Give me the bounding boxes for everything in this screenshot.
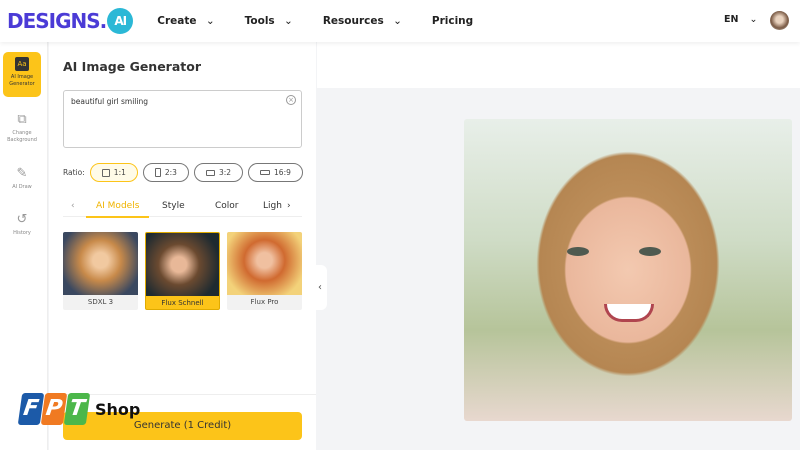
- prompt-input[interactable]: beautiful girl smiling ×: [63, 90, 302, 148]
- logo[interactable]: DESIGNS. AI: [7, 8, 134, 34]
- model-thumbnail: [63, 232, 138, 295]
- history-icon: ↺: [16, 212, 28, 227]
- ratio-label: Ratio:: [63, 168, 85, 177]
- canvas-area: [317, 42, 800, 450]
- avatar[interactable]: [770, 11, 789, 30]
- top-nav: DESIGNS.AI Create Tools Resources Pricin…: [0, 0, 800, 42]
- layers-icon: ⧉: [17, 112, 27, 127]
- language-select[interactable]: EN: [724, 14, 757, 25]
- model-thumbnail: [227, 232, 302, 295]
- ratio-1-1[interactable]: 1:1: [89, 163, 138, 182]
- square-icon: [101, 168, 110, 177]
- sidebar-item-ai-draw[interactable]: ✎ AI Draw: [3, 166, 41, 191]
- fpt-shop-watermark: FPT Shop: [17, 393, 140, 425]
- nav-pricing[interactable]: Pricing: [432, 15, 473, 27]
- option-tabs: ‹ AI Models Style Color Ligh ›: [63, 194, 302, 218]
- tab-color[interactable]: Color: [215, 201, 239, 211]
- model-flux-schnell[interactable]: Flux Schnell: [145, 232, 220, 310]
- landscape-icon: [205, 169, 215, 176]
- nav-create[interactable]: Create: [157, 15, 214, 27]
- ratio-3-2[interactable]: 3:2: [193, 163, 244, 182]
- chevron-left-icon[interactable]: ‹: [71, 201, 75, 211]
- nav-resources[interactable]: Resources: [323, 15, 402, 27]
- sidebar-item-history[interactable]: ↺ History: [3, 212, 41, 237]
- ratio-2-3[interactable]: 2:3: [142, 163, 189, 182]
- sidebar-item-change-background[interactable]: ⧉ Change Background: [3, 112, 41, 144]
- model-flux-pro[interactable]: Flux Pro: [227, 232, 302, 310]
- chevron-right-icon[interactable]: ›: [287, 201, 291, 211]
- nav-tools[interactable]: Tools: [245, 15, 293, 27]
- page-title: AI Image Generator: [63, 59, 202, 74]
- tab-lighting[interactable]: Ligh: [263, 201, 282, 211]
- model-thumbnail: [146, 233, 219, 296]
- text-icon: Aa: [15, 57, 29, 71]
- clear-icon[interactable]: ×: [286, 95, 296, 105]
- collapse-panel-button[interactable]: ‹: [313, 265, 327, 310]
- generator-panel: AI Image Generator beautiful girl smilin…: [49, 42, 316, 450]
- ratio-16-9[interactable]: 16:9: [248, 163, 303, 182]
- wide-icon: [260, 170, 271, 175]
- portrait-icon: [154, 168, 161, 177]
- tab-ai-models[interactable]: AI Models: [86, 201, 150, 218]
- tab-style[interactable]: Style: [162, 201, 185, 211]
- sidebar-item-ai-image-generator[interactable]: Aa AI Image Generator: [3, 52, 41, 97]
- generated-image[interactable]: [464, 119, 792, 421]
- sidebar: Aa AI Image Generator ⧉ Change Background …: [0, 42, 48, 450]
- model-sdxl-3[interactable]: SDXL 3: [63, 232, 138, 310]
- pen-icon: ✎: [16, 166, 28, 181]
